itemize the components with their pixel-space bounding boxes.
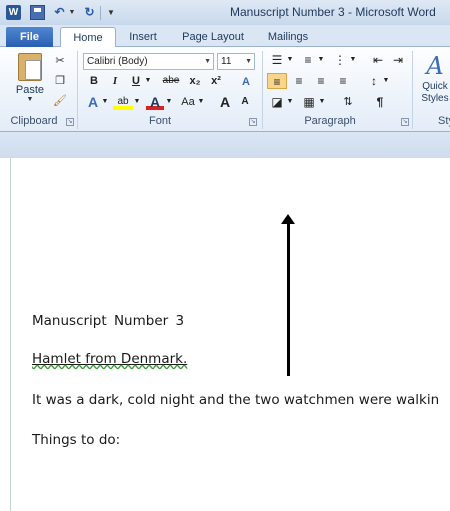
bullets-button[interactable]: ☰ (269, 52, 285, 68)
align-center-button[interactable]: ≡ (290, 73, 308, 89)
justify-button[interactable]: ≡ (334, 73, 352, 89)
align-right-button[interactable]: ≡ (312, 73, 330, 89)
clipboard-launcher-icon[interactable]: ↘ (66, 118, 74, 126)
group-separator (262, 51, 263, 129)
strikethrough-button[interactable]: abe (160, 73, 182, 89)
shading-dropdown-icon[interactable]: ▼ (286, 94, 294, 110)
increase-indent-button[interactable]: ⇥ (390, 52, 406, 68)
tab-home[interactable]: Home (60, 27, 116, 48)
document-line[interactable]: Hamlet from Denmark. (32, 351, 187, 367)
document-line[interactable]: Things to do: (32, 432, 120, 448)
borders-dropdown-icon[interactable]: ▼ (318, 94, 326, 110)
save-icon[interactable] (30, 5, 45, 20)
document-line[interactable]: It was a dark, cold night and the two wa… (32, 392, 439, 408)
window-title: Manuscript Number 3 - Microsoft Word (230, 5, 436, 19)
group-separator (412, 51, 413, 129)
highlight-dropdown-icon[interactable]: ▼ (133, 94, 141, 110)
customize-qat-icon[interactable]: ▼ (106, 5, 116, 20)
font-size-value: 11 (221, 56, 232, 67)
chevron-down-icon[interactable]: ▼ (245, 54, 252, 69)
text-effects-dropdown-icon[interactable]: ▼ (101, 94, 109, 110)
cut-icon[interactable]: ✂ (52, 53, 68, 69)
borders-button[interactable]: ▦ (301, 94, 317, 110)
tab-insert[interactable]: Insert (120, 27, 166, 48)
document-background (0, 132, 450, 158)
numbering-dropdown-icon[interactable]: ▼ (317, 52, 325, 68)
tab-page-layout[interactable]: Page Layout (176, 27, 250, 48)
underline-button[interactable]: U (128, 73, 144, 89)
highlight-button[interactable]: ab (113, 94, 133, 110)
document-page[interactable] (10, 158, 450, 511)
chevron-down-icon[interactable]: ▼ (204, 54, 211, 69)
quick-styles-button[interactable]: A Quick Styles (415, 51, 450, 113)
font-name-combobox[interactable]: Calibri (Body) ▼ (83, 53, 214, 70)
align-left-button[interactable]: ≡ (267, 73, 287, 89)
font-color-dropdown-icon[interactable]: ▼ (165, 94, 173, 110)
line-spacing-dropdown-icon[interactable]: ▼ (382, 73, 390, 89)
show-formatting-button[interactable]: ¶ (372, 94, 388, 110)
undo-icon[interactable]: ↶ (52, 5, 67, 20)
redo-icon[interactable]: ↻ (82, 5, 97, 20)
line-spacing-button[interactable]: ↕ (366, 73, 382, 89)
quick-styles-icon: A (426, 52, 444, 80)
qat-separator (100, 6, 101, 20)
format-painter-icon[interactable]: 🖌 (52, 93, 68, 109)
paste-button[interactable]: Paste ▼ (10, 51, 50, 113)
tab-file[interactable]: File (6, 27, 53, 47)
font-group-label: Font (148, 115, 171, 127)
undo-dropdown-icon[interactable]: ▼ (68, 5, 76, 20)
subscript-button[interactable]: x₂ (186, 73, 204, 89)
numbering-button[interactable]: ≡ (300, 52, 316, 68)
font-name-value: Calibri (Body) (87, 56, 148, 67)
font-color-button[interactable]: A (146, 94, 164, 110)
bullets-dropdown-icon[interactable]: ▼ (286, 52, 294, 68)
paste-dropdown-icon[interactable]: ▼ (10, 96, 50, 103)
grow-font-button[interactable]: A (218, 94, 232, 110)
copy-icon[interactable]: ❐ (52, 73, 68, 89)
italic-button[interactable]: I (107, 73, 123, 89)
clipboard-paste-icon (18, 53, 42, 81)
font-launcher-icon[interactable]: ↘ (249, 118, 257, 126)
change-case-dropdown-icon[interactable]: ▼ (197, 94, 205, 110)
font-size-combobox[interactable]: 11 ▼ (217, 53, 255, 70)
styles-group-label: Sty (438, 115, 450, 127)
multilevel-list-button[interactable]: ⋮ (332, 52, 348, 68)
shading-button[interactable]: ◪ (269, 94, 285, 110)
sort-button[interactable]: ⇅ (340, 94, 356, 110)
clear-formatting-icon[interactable]: A (238, 74, 254, 90)
decrease-indent-button[interactable]: ⇤ (370, 52, 386, 68)
document-line[interactable]: Manuscript Number 3 (32, 313, 184, 329)
superscript-button[interactable]: x² (207, 73, 225, 89)
multilevel-dropdown-icon[interactable]: ▼ (349, 52, 357, 68)
paste-label: Paste (15, 84, 45, 96)
ribbon-tab-strip: File Home Insert Page Layout Mailings (0, 25, 450, 48)
text-effects-button[interactable]: A (85, 94, 101, 110)
tab-mailings[interactable]: Mailings (260, 27, 316, 48)
group-separator (77, 51, 78, 129)
clipboard-group-label: Clipboard (10, 115, 58, 127)
change-case-button[interactable]: Aa (178, 94, 198, 110)
quick-styles-label: Quick Styles (421, 81, 449, 104)
shrink-font-button[interactable]: A (238, 94, 252, 110)
document-line-text: Hamlet from Denmark. (32, 351, 188, 367)
paragraph-launcher-icon[interactable]: ↘ (401, 118, 409, 126)
paragraph-group-label: Paragraph (304, 115, 356, 127)
word-app-icon[interactable]: W (6, 5, 21, 20)
ribbon-home: Paste ▼ ✂ ❐ 🖌 Clipboard ↘ Calibri (Body)… (0, 47, 450, 132)
bold-button[interactable]: B (86, 73, 102, 89)
annotation-arrow-line (287, 220, 290, 376)
title-bar: W ↶ ▼ ↻ ▼ Manuscript Number 3 - Microsof… (0, 0, 450, 25)
underline-dropdown-icon[interactable]: ▼ (143, 73, 153, 89)
